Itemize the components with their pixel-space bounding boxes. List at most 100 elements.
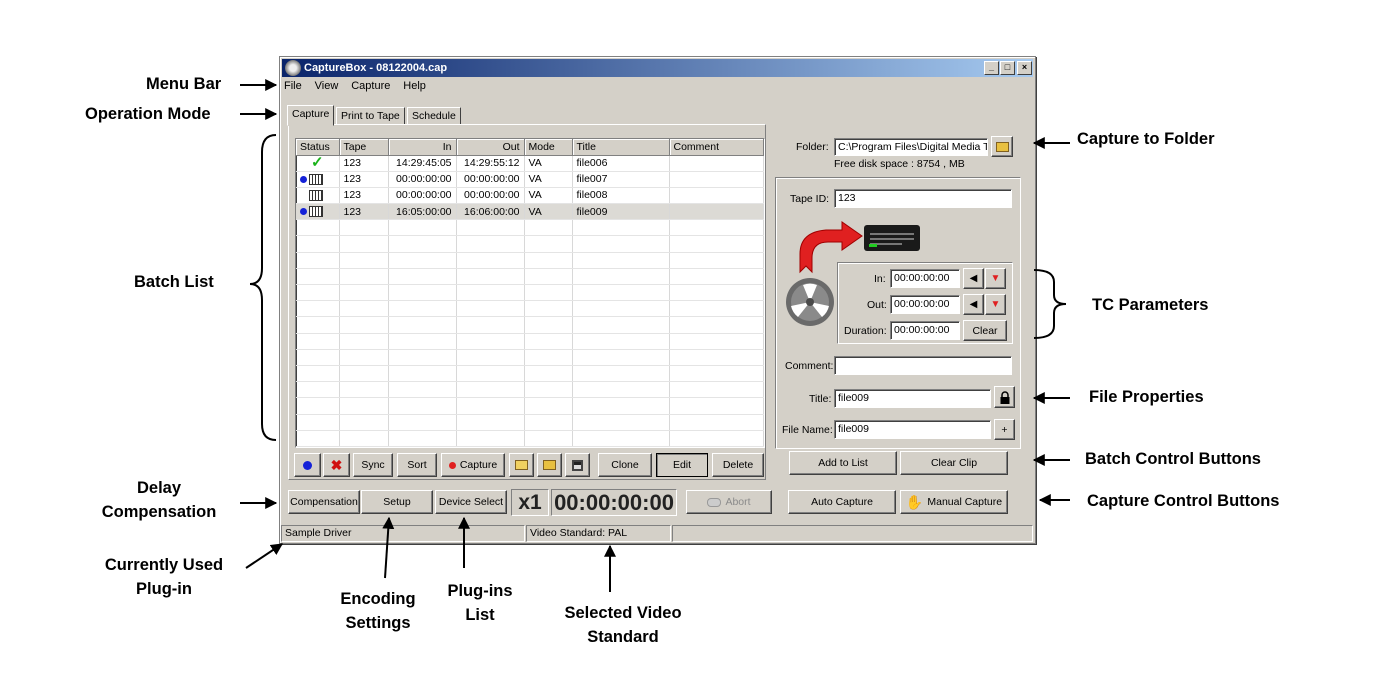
annotation-capture-to-folder: Capture to Folder <box>1077 130 1215 148</box>
out-goto-button[interactable]: ▼ <box>985 294 1006 315</box>
empty-cell <box>572 316 670 334</box>
open-list-button[interactable] <box>537 453 562 477</box>
empty-cell <box>524 235 573 253</box>
comment-input[interactable] <box>834 356 1012 375</box>
delete-button[interactable]: Delete <box>712 453 764 477</box>
column-header-status[interactable]: Status <box>296 139 340 156</box>
menu-file[interactable]: File <box>284 80 302 92</box>
empty-cell <box>388 430 457 447</box>
menu-view[interactable]: View <box>315 80 339 92</box>
auto-capture-button[interactable]: Auto Capture <box>788 490 896 514</box>
clear-timecode-button[interactable]: Clear <box>963 320 1007 341</box>
sync-button[interactable]: Sync <box>353 453 393 477</box>
column-header-comment[interactable]: Comment <box>669 139 764 156</box>
table-row[interactable]: ✓ 123 14:29:45:05 14:29:55:12 VA file006 <box>296 155 764 172</box>
manual-capture-button[interactable]: ✋ Manual Capture <box>900 490 1008 514</box>
in-label: In: <box>874 273 886 285</box>
column-header-in[interactable]: In <box>388 139 457 156</box>
column-header-mode[interactable]: Mode <box>524 139 573 156</box>
annotation-selected-video-standard: Selected Video Standard <box>553 601 693 649</box>
compensation-button[interactable]: Compensation <box>288 490 360 514</box>
browse-folder-button[interactable] <box>991 136 1013 157</box>
out-timecode-input[interactable]: 00:00:00:00 <box>890 295 960 314</box>
remove-record-button[interactable]: ✖ <box>323 453 350 477</box>
add-record-button[interactable] <box>294 453 321 477</box>
empty-cell <box>572 397 670 415</box>
empty-cell <box>456 284 525 302</box>
tape-id-input[interactable]: 123 <box>834 189 1012 208</box>
menu-help[interactable]: Help <box>403 80 426 92</box>
lock-title-button[interactable] <box>994 386 1015 408</box>
empty-cell <box>388 235 457 253</box>
clear-clip-button[interactable]: Clear Clip <box>900 451 1008 475</box>
empty-table-row <box>296 365 764 383</box>
new-folder-icon <box>515 460 528 470</box>
setup-button[interactable]: Setup <box>361 490 433 514</box>
capture-button-label: Capture <box>459 459 498 471</box>
minimize-button[interactable]: _ <box>984 61 999 75</box>
title-input[interactable]: file009 <box>834 389 991 408</box>
clone-button[interactable]: Clone <box>598 453 652 477</box>
add-filename-button[interactable]: + <box>994 419 1015 440</box>
table-row[interactable]: 123 00:00:00:00 00:00:00:00 VA file007 <box>296 171 764 188</box>
annotation-line: Selected Video <box>564 604 682 622</box>
hand-icon: ✋ <box>905 493 924 510</box>
out-set-button[interactable]: ◀ <box>963 294 984 315</box>
comment-cell <box>669 155 764 172</box>
mode-cell: VA <box>524 171 573 188</box>
empty-cell <box>388 333 457 350</box>
empty-cell <box>572 284 670 302</box>
add-to-list-button[interactable]: Add to List <box>789 451 897 475</box>
table-row[interactable]: 123 00:00:00:00 00:00:00:00 VA file008 <box>296 187 764 205</box>
tab-capture[interactable]: Capture <box>287 105 335 126</box>
column-header-tape[interactable]: Tape <box>339 139 389 156</box>
device-select-button[interactable]: Device Select <box>435 490 507 514</box>
down-triangle-icon: ▼ <box>990 273 1001 284</box>
sort-button[interactable]: Sort <box>397 453 437 477</box>
menu-capture[interactable]: Capture <box>351 80 390 92</box>
table-row[interactable]: 123 16:05:00:00 16:06:00:00 VA file009 <box>296 203 764 221</box>
empty-cell <box>296 268 340 286</box>
folder-icon <box>995 141 1009 152</box>
tab-print-to-tape[interactable]: Print to Tape <box>336 107 405 125</box>
empty-cell <box>456 365 525 383</box>
filename-input[interactable]: file009 <box>834 420 991 439</box>
empty-cell <box>339 397 389 415</box>
batch-list[interactable]: Status Tape In Out Mode Title Comment ✓ … <box>295 138 765 448</box>
maximize-button[interactable]: □ <box>1000 61 1015 75</box>
new-list-button[interactable] <box>509 453 534 477</box>
empty-cell <box>339 284 389 302</box>
empty-cell <box>572 268 670 286</box>
column-header-out[interactable]: Out <box>456 139 525 156</box>
empty-cell <box>296 365 340 383</box>
mode-cell: VA <box>524 155 573 172</box>
empty-cell <box>572 365 670 383</box>
annotation-encoding-settings: Encoding Settings <box>330 587 426 635</box>
out-cell: 00:00:00:00 <box>456 171 525 188</box>
save-list-button[interactable] <box>565 453 590 477</box>
status-cell: ✓ <box>296 155 340 172</box>
empty-cell <box>669 430 764 447</box>
folder-path-field[interactable]: C:\Program Files\Digital Media T <box>834 138 988 156</box>
timecode-display: 00:00:00:00 <box>551 489 677 516</box>
in-timecode-input[interactable]: 00:00:00:00 <box>890 269 960 288</box>
in-goto-button[interactable]: ▼ <box>985 268 1006 289</box>
empty-cell <box>456 235 525 253</box>
tab-schedule[interactable]: Schedule <box>407 107 461 125</box>
annotation-delay-compensation: Delay Compensation <box>96 476 222 524</box>
empty-cell <box>388 365 457 383</box>
in-set-button[interactable]: ◀ <box>963 268 984 289</box>
empty-cell <box>296 235 340 253</box>
empty-cell <box>339 381 389 399</box>
abort-button[interactable]: Abort <box>686 490 772 514</box>
edit-button[interactable]: Edit <box>656 453 708 477</box>
close-button[interactable]: × <box>1017 61 1032 75</box>
empty-cell <box>572 381 670 399</box>
empty-cell <box>296 300 340 318</box>
title-cell: file008 <box>572 187 670 205</box>
out-cell: 16:06:00:00 <box>456 203 525 221</box>
column-header-title[interactable]: Title <box>572 139 670 156</box>
duration-timecode-input[interactable]: 00:00:00:00 <box>890 321 960 340</box>
empty-cell <box>572 300 670 318</box>
capture-button[interactable]: Capture <box>441 453 505 477</box>
